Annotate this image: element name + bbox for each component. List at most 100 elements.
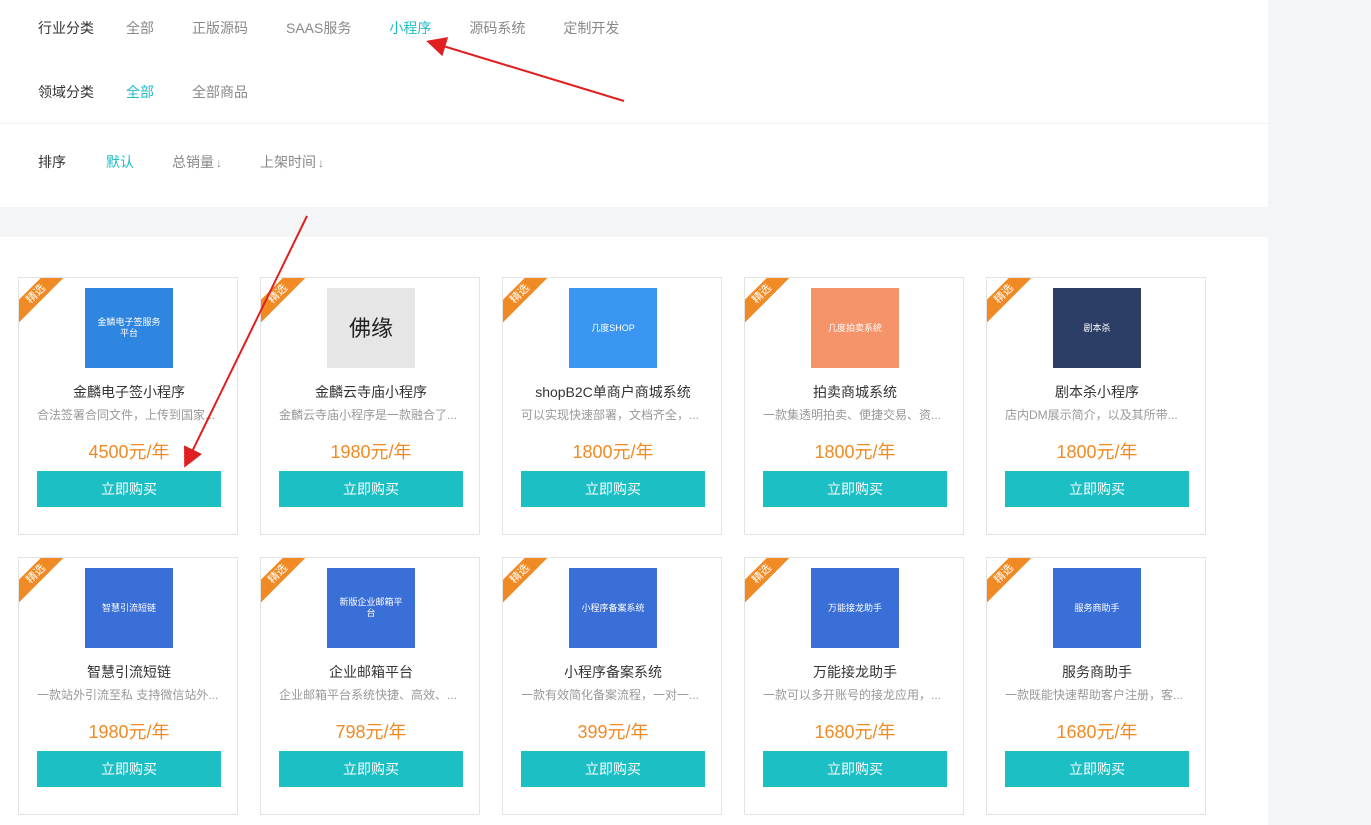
sort-option-sales[interactable]: 总销量 ↓ bbox=[172, 152, 222, 172]
product-thumbnail[interactable]: 金鳞电子签服务平台 bbox=[85, 288, 173, 368]
product-thumbnail-text: 金鳞电子签服务平台 bbox=[97, 317, 161, 338]
product-title[interactable]: shopB2C单商户商城系统 bbox=[503, 382, 721, 402]
product-title[interactable]: 服务商助手 bbox=[987, 662, 1205, 682]
buy-now-button[interactable]: 立即购买 bbox=[763, 751, 947, 787]
product-thumbnail-text: 服务商助手 bbox=[1074, 602, 1120, 613]
buy-now-button[interactable]: 立即购买 bbox=[279, 471, 463, 507]
domain-option-all[interactable]: 全部 bbox=[126, 82, 154, 102]
domain-filter-row: 领域分类 全部 全部商品 bbox=[38, 82, 286, 102]
product-description: 金麟云寺庙小程序是一款融合了... bbox=[279, 408, 458, 422]
product-title[interactable]: 金麟电子签小程序 bbox=[19, 382, 237, 402]
product-title[interactable]: 万能接龙助手 bbox=[745, 662, 963, 682]
filter-divider bbox=[0, 123, 1268, 124]
buy-now-button[interactable]: 立即购买 bbox=[279, 751, 463, 787]
product-thumbnail-text: 几度拍卖系统 bbox=[827, 322, 882, 333]
sort-option-default[interactable]: 默认 bbox=[106, 152, 134, 172]
product-price: 1680元/年 bbox=[1056, 722, 1138, 742]
product-card[interactable]: 精选 剧本杀 剧本杀小程序 店内DM展示简介，以及其所带... 1800元/年 … bbox=[986, 277, 1206, 535]
industry-option-mini-program[interactable]: 小程序 bbox=[389, 18, 431, 38]
buy-now-button[interactable]: 立即购买 bbox=[763, 471, 947, 507]
product-card[interactable]: 精选 新版企业邮箱平台 企业邮箱平台 企业邮箱平台系统快捷、高效、... 798… bbox=[260, 557, 480, 815]
industry-filter-label: 行业分类 bbox=[38, 20, 94, 36]
product-description: 可以实现快速部署，文档齐全，... bbox=[521, 408, 700, 422]
product-description: 企业邮箱平台系统快捷、高效、... bbox=[279, 688, 458, 702]
featured-badge: 精选 bbox=[261, 558, 309, 605]
product-card[interactable]: 精选 佛缘 金麟云寺庙小程序 金麟云寺庙小程序是一款融合了... 1980元/年… bbox=[260, 277, 480, 535]
industry-option-all[interactable]: 全部 bbox=[126, 18, 154, 38]
product-thumbnail[interactable]: 万能接龙助手 bbox=[811, 568, 899, 648]
product-thumbnail-text: 剧本杀 bbox=[1083, 322, 1111, 333]
product-thumbnail[interactable]: 佛缘 bbox=[327, 288, 415, 368]
product-card[interactable]: 精选 几度SHOP shopB2C单商户商城系统 可以实现快速部署，文档齐全，.… bbox=[502, 277, 722, 535]
featured-badge: 精选 bbox=[261, 278, 309, 325]
product-thumbnail[interactable]: 几度拍卖系统 bbox=[811, 288, 899, 368]
product-price: 1980元/年 bbox=[88, 722, 170, 742]
featured-badge: 精选 bbox=[987, 558, 1035, 605]
product-grid-panel: 精选 金鳞电子签服务平台 金麟电子签小程序 合法签署合同文件，上传到国家... … bbox=[0, 237, 1268, 825]
product-title[interactable]: 剧本杀小程序 bbox=[987, 382, 1205, 402]
industry-option-saas[interactable]: SAAS服务 bbox=[286, 18, 351, 38]
product-card[interactable]: 精选 万能接龙助手 万能接龙助手 一款可以多开账号的接龙应用，... 1680元… bbox=[744, 557, 964, 815]
buy-now-button[interactable]: 立即购买 bbox=[37, 751, 221, 787]
product-description: 一款有效简化备案流程，一对一... bbox=[521, 688, 700, 702]
product-thumbnail-text: 佛缘 bbox=[348, 315, 393, 341]
domain-option-all-products[interactable]: 全部商品 bbox=[192, 82, 248, 102]
product-thumbnail[interactable]: 几度SHOP bbox=[569, 288, 657, 368]
product-price: 1680元/年 bbox=[814, 722, 896, 742]
industry-filter-row: 行业分类 全部 正版源码 SAAS服务 小程序 源码系统 定制开发 bbox=[38, 18, 657, 38]
product-title[interactable]: 拍卖商城系统 bbox=[745, 382, 963, 402]
product-price: 1980元/年 bbox=[330, 442, 412, 462]
product-price: 399元/年 bbox=[577, 722, 649, 742]
sort-label: 排序 bbox=[38, 154, 66, 170]
arrow-down-icon: ↓ bbox=[216, 156, 222, 170]
featured-badge: 精选 bbox=[745, 278, 793, 325]
buy-now-button[interactable]: 立即购买 bbox=[1005, 751, 1189, 787]
product-description: 一款集透明拍卖、便捷交易、资... bbox=[763, 408, 942, 422]
product-description: 一款可以多开账号的接龙应用，... bbox=[763, 688, 942, 702]
product-thumbnail-text: 万能接龙助手 bbox=[827, 602, 882, 613]
featured-badge: 精选 bbox=[987, 278, 1035, 325]
product-card[interactable]: 精选 小程序备案系统 小程序备案系统 一款有效简化备案流程，一对一... 399… bbox=[502, 557, 722, 815]
buy-now-button[interactable]: 立即购买 bbox=[521, 471, 705, 507]
featured-badge: 精选 bbox=[19, 278, 67, 325]
buy-now-button[interactable]: 立即购买 bbox=[1005, 471, 1189, 507]
product-thumbnail-text: 智慧引流短链 bbox=[101, 602, 156, 613]
product-description: 店内DM展示简介，以及其所带... bbox=[1005, 408, 1178, 422]
product-thumbnail-text: 几度SHOP bbox=[591, 322, 635, 333]
product-thumbnail[interactable]: 小程序备案系统 bbox=[569, 568, 657, 648]
product-title[interactable]: 金麟云寺庙小程序 bbox=[261, 382, 479, 402]
featured-badge: 精选 bbox=[503, 278, 551, 325]
buy-now-button[interactable]: 立即购买 bbox=[37, 471, 221, 507]
sort-row: 排序 默认 总销量 ↓ 上架时间 ↓ bbox=[38, 152, 362, 172]
arrow-down-icon: ↓ bbox=[318, 156, 324, 170]
sort-option-listing-time[interactable]: 上架时间 ↓ bbox=[260, 152, 324, 172]
product-description: 一款站外引流至私 支持微信站外... bbox=[37, 688, 219, 702]
product-title[interactable]: 小程序备案系统 bbox=[503, 662, 721, 682]
product-card[interactable]: 精选 服务商助手 服务商助手 一款既能快速帮助客户注册，客... 1680元/年… bbox=[986, 557, 1206, 815]
product-card[interactable]: 精选 智慧引流短链 智慧引流短链 一款站外引流至私 支持微信站外... 1980… bbox=[18, 557, 238, 815]
product-description: 合法签署合同文件，上传到国家... bbox=[37, 408, 216, 422]
product-description: 一款既能快速帮助客户注册，客... bbox=[1005, 688, 1184, 702]
featured-badge: 精选 bbox=[19, 558, 67, 605]
domain-filter-label: 领域分类 bbox=[38, 84, 94, 100]
industry-option-source-system[interactable]: 源码系统 bbox=[469, 18, 525, 38]
product-thumbnail[interactable]: 服务商助手 bbox=[1053, 568, 1141, 648]
featured-badge: 精选 bbox=[745, 558, 793, 605]
product-card[interactable]: 精选 几度拍卖系统 拍卖商城系统 一款集透明拍卖、便捷交易、资... 1800元… bbox=[744, 277, 964, 535]
product-price: 4500元/年 bbox=[88, 442, 170, 462]
product-thumbnail[interactable]: 新版企业邮箱平台 bbox=[327, 568, 415, 648]
product-title[interactable]: 智慧引流短链 bbox=[19, 662, 237, 682]
sort-option-sales-label: 总销量 bbox=[172, 154, 214, 170]
buy-now-button[interactable]: 立即购买 bbox=[521, 751, 705, 787]
product-price: 1800元/年 bbox=[1056, 442, 1138, 462]
industry-option-source-code[interactable]: 正版源码 bbox=[192, 18, 248, 38]
sort-option-listing-time-label: 上架时间 bbox=[260, 154, 316, 170]
product-title[interactable]: 企业邮箱平台 bbox=[261, 662, 479, 682]
product-card[interactable]: 精选 金鳞电子签服务平台 金麟电子签小程序 合法签署合同文件，上传到国家... … bbox=[18, 277, 238, 535]
industry-option-custom-dev[interactable]: 定制开发 bbox=[563, 18, 619, 38]
product-thumbnail-text: 小程序备案系统 bbox=[581, 602, 645, 613]
product-price: 798元/年 bbox=[335, 722, 407, 742]
product-thumbnail[interactable]: 剧本杀 bbox=[1053, 288, 1141, 368]
product-price: 1800元/年 bbox=[814, 442, 896, 462]
product-thumbnail[interactable]: 智慧引流短链 bbox=[85, 568, 173, 648]
